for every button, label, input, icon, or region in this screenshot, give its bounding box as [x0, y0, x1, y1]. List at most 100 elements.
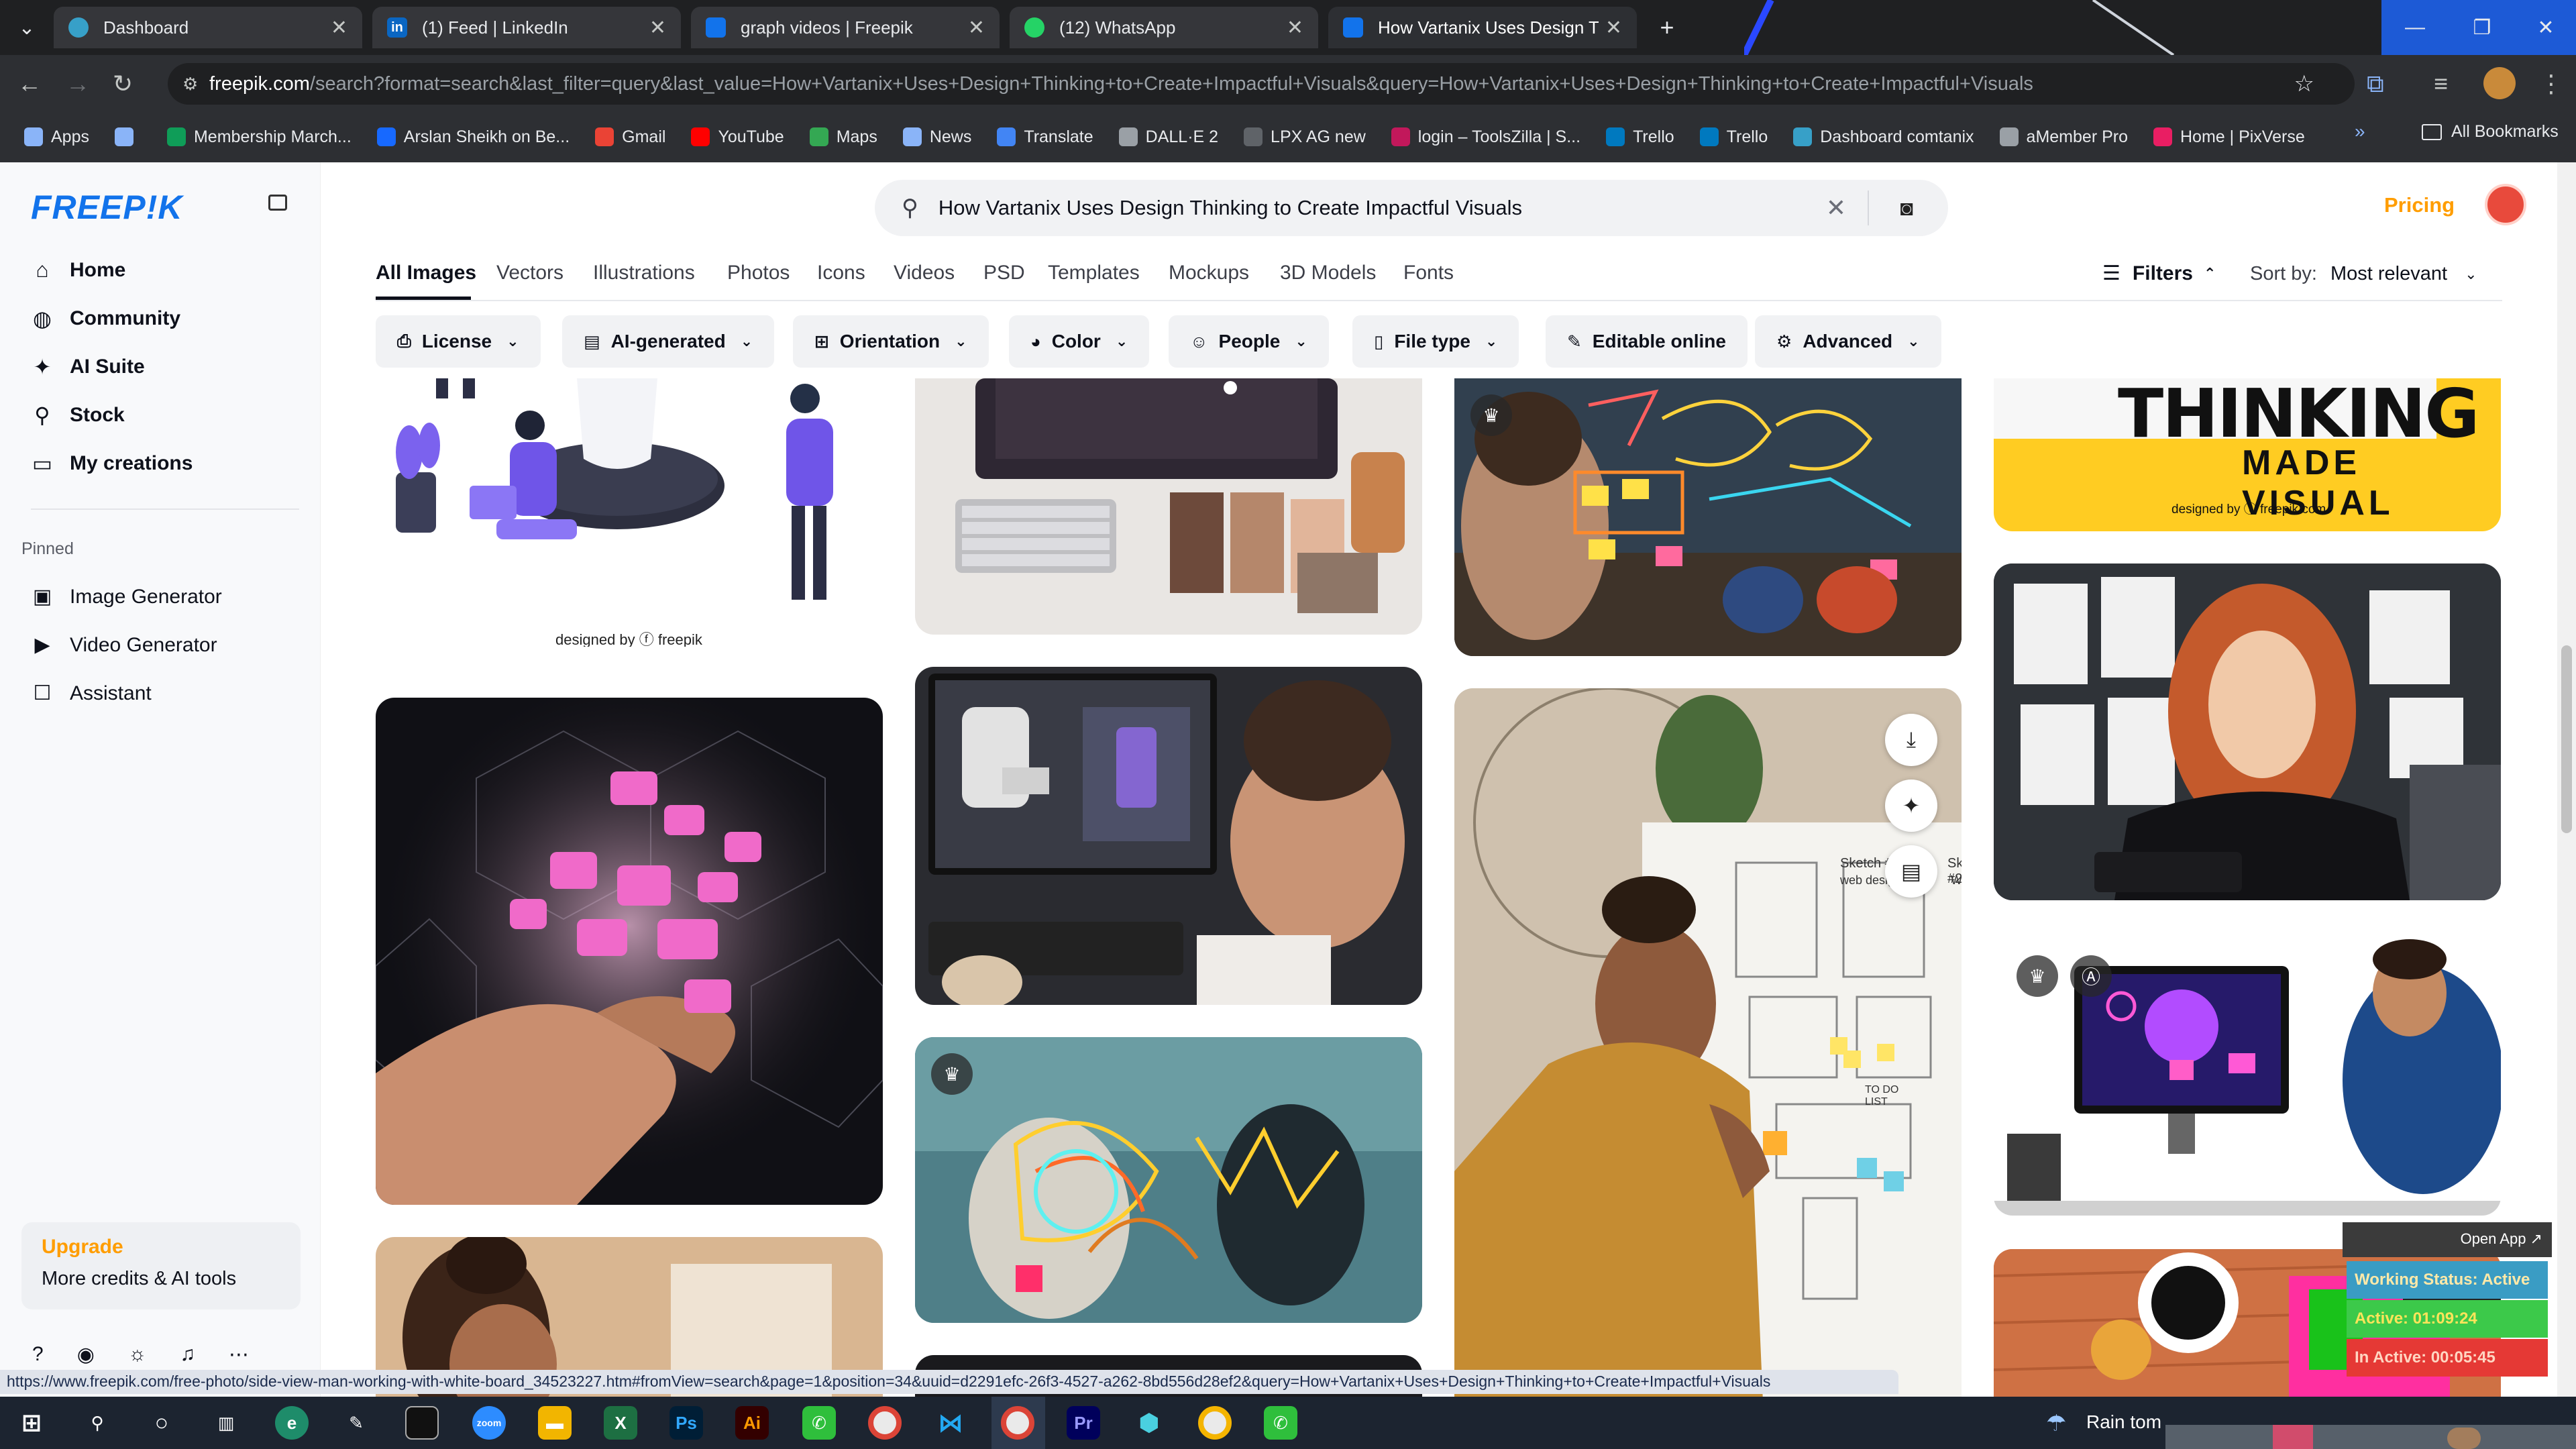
collapse-sidebar-icon[interactable]	[268, 195, 287, 211]
bookmark-item[interactable]: Membership March...	[166, 127, 352, 147]
bookmark-item[interactable]: login – ToolsZilla | S...	[1391, 127, 1580, 147]
illustrator-icon[interactable]: Ai	[735, 1406, 769, 1440]
filter-chip-people[interactable]: ☺ People ⌄	[1169, 315, 1329, 368]
sidebar-pinned-image-generator[interactable]: ▣ Image Generator	[31, 585, 222, 608]
theme-icon[interactable]: ☼	[128, 1343, 147, 1366]
filter-chip-ai-generated[interactable]: ▤ AI-generated ⌄	[562, 315, 775, 368]
bookmark-item[interactable]: Trello	[1699, 127, 1768, 147]
filter-chip-editable-online[interactable]: ✎ Editable online	[1546, 315, 1748, 368]
chrome-icon[interactable]	[1001, 1406, 1034, 1440]
task-view-icon[interactable]: ▥	[209, 1406, 243, 1440]
scrollbar-thumb[interactable]	[2561, 645, 2572, 833]
media-icon[interactable]: ≡	[2434, 70, 2448, 98]
taskbar-search-icon[interactable]: ⚲	[80, 1406, 114, 1440]
bookmark-item[interactable]: Apps	[24, 127, 89, 147]
search-bar[interactable]: ⚲ How Vartanix Uses Design Thinking to C…	[875, 180, 1948, 236]
bookmark-item[interactable]: Home | PixVerse	[2153, 127, 2305, 147]
sidebar-item-my-creations[interactable]: ▭ My creations	[31, 451, 193, 476]
tab-dashboard[interactable]: Dashboard ✕	[54, 7, 362, 48]
bookmark-item[interactable]	[114, 127, 142, 146]
reload-icon[interactable]: ↻	[113, 70, 133, 98]
profile-avatar[interactable]	[2483, 67, 2516, 99]
restore-button[interactable]: ❐	[2449, 0, 2516, 55]
bookmark-item[interactable]: YouTube	[691, 127, 784, 147]
app-hexagon-icon[interactable]: ⬢	[1132, 1406, 1166, 1440]
freepik-logo[interactable]: FREEP!K	[31, 188, 182, 227]
tab-mockups[interactable]: Mockups	[1169, 262, 1249, 284]
premiere-icon[interactable]: Pr	[1067, 1406, 1100, 1440]
help-icon[interactable]: ?	[32, 1343, 44, 1366]
tab-templates[interactable]: Templates	[1048, 262, 1140, 284]
close-tab-icon[interactable]: ✕	[1605, 16, 1622, 40]
discord-icon[interactable]: ◉	[77, 1343, 95, 1366]
image-card-hand-phone[interactable]	[376, 698, 883, 1205]
tab-psd[interactable]: PSD	[983, 262, 1025, 284]
page-scrollbar[interactable]	[2557, 162, 2576, 1397]
close-tab-icon[interactable]: ✕	[331, 16, 347, 40]
zoom-icon[interactable]: zoom	[472, 1406, 506, 1440]
vscode-icon[interactable]: ⋈	[934, 1406, 967, 1440]
more-bookmarks-icon[interactable]: »	[2355, 121, 2365, 142]
image-card-redhead-designer[interactable]	[1994, 564, 2501, 900]
tab-illustrations[interactable]: Illustrations	[593, 262, 695, 284]
download-icon[interactable]: ⤓	[1885, 714, 1937, 766]
filter-chip-orientation[interactable]: ⊞ Orientation ⌄	[793, 315, 989, 368]
search-input[interactable]: How Vartanix Uses Design Thinking to Cre…	[938, 196, 1522, 220]
clear-search-icon[interactable]: ✕	[1826, 194, 1846, 222]
excel-icon[interactable]: X	[604, 1406, 637, 1440]
sidebar-item-community[interactable]: ◍ Community	[31, 306, 180, 331]
sidebar-item-stock[interactable]: ⚲ Stock	[31, 402, 124, 428]
camera-search-icon[interactable]: ◙	[1900, 196, 1913, 221]
tab-search-button[interactable]: ⌄	[0, 0, 54, 55]
filters-toggle[interactable]: ☰ Filters ⌃	[2102, 262, 2216, 285]
back-icon[interactable]: ←	[17, 70, 42, 98]
bookmark-item[interactable]: DALL·E 2	[1118, 127, 1218, 147]
sort-dropdown[interactable]: Most relevant ⌄	[2330, 263, 2477, 285]
new-tab-icon[interactable]: +	[1647, 0, 1687, 55]
tab-3d-models[interactable]: 3D Models	[1280, 262, 1376, 284]
close-tab-icon[interactable]: ✕	[1287, 16, 1303, 40]
image-card-man-whiteboard[interactable]: Sketch #1 web design Sketch #2 W.D TO DO…	[1454, 688, 1962, 1402]
tab-videos[interactable]: Videos	[894, 262, 955, 284]
ai-edit-icon[interactable]: ✦	[1885, 780, 1937, 832]
edge-icon[interactable]: e	[275, 1406, 309, 1440]
filter-chip-file-type[interactable]: ▯ File type ⌄	[1352, 315, 1519, 368]
bookmark-item[interactable]: Gmail	[595, 127, 665, 147]
bookmark-item[interactable]: News	[902, 127, 971, 147]
bookmark-item[interactable]: Translate	[997, 127, 1093, 147]
image-card-thinking-poster[interactable]: THINKING MADE VISUAL designed by ⓕ freep…	[1994, 378, 2501, 531]
upgrade-card[interactable]: Upgrade More credits & AI tools	[21, 1222, 301, 1309]
tab-fonts[interactable]: Fonts	[1403, 262, 1454, 284]
close-window-button[interactable]: ✕	[2516, 0, 2576, 55]
phone-app-icon[interactable]: ✆	[802, 1406, 836, 1440]
tab-whatsapp[interactable]: (12) WhatsApp ✕	[1010, 7, 1318, 48]
tab-all-images[interactable]: All Images	[376, 262, 476, 284]
bell-icon[interactable]: ♫	[180, 1343, 195, 1366]
image-card-team-glass[interactable]: ♛	[915, 1037, 1422, 1323]
sidebar-pinned-assistant[interactable]: ☐ Assistant	[31, 682, 152, 705]
bookmark-item[interactable]: LPX AG new	[1244, 127, 1366, 147]
forward-icon[interactable]: →	[66, 70, 90, 98]
image-card-illustration[interactable]: designed by ⓕ freepik	[376, 378, 883, 647]
all-bookmarks-button[interactable]: All Bookmarks	[2422, 122, 2559, 142]
save-collection-icon[interactable]: ▤	[1885, 845, 1937, 898]
bookmark-item[interactable]: Arslan Sheikh on Be...	[376, 127, 570, 147]
file-explorer-icon[interactable]: ▬	[538, 1406, 572, 1440]
extensions-icon[interactable]: ⧉	[2367, 70, 2384, 99]
filter-chip-color[interactable]: ◕ Color ⌄	[1009, 315, 1150, 368]
photoshop-icon[interactable]: Ps	[669, 1406, 703, 1440]
minimize-button[interactable]: —	[2381, 0, 2449, 55]
sidebar-item-ai-suite[interactable]: ✦ AI Suite	[31, 354, 145, 380]
close-tab-icon[interactable]: ✕	[649, 16, 666, 40]
cortana-icon[interactable]: ○	[145, 1406, 178, 1440]
close-tab-icon[interactable]: ✕	[968, 16, 985, 40]
pen-tool-icon[interactable]: ✎	[339, 1406, 373, 1440]
open-app-button[interactable]: Open App ↗	[2343, 1222, 2552, 1257]
bookmark-item[interactable]: Maps	[809, 127, 877, 147]
bookmark-star-icon[interactable]: ☆	[2294, 70, 2314, 97]
phone-app-icon[interactable]: ✆	[1264, 1406, 1297, 1440]
sidebar-item-home[interactable]: ⌂ Home	[31, 258, 125, 282]
bookmark-item[interactable]: aMember Pro	[1999, 127, 2128, 147]
menu-kebab-icon[interactable]: ⋮	[2539, 70, 2563, 98]
more-icon[interactable]: ⋯	[229, 1343, 249, 1366]
